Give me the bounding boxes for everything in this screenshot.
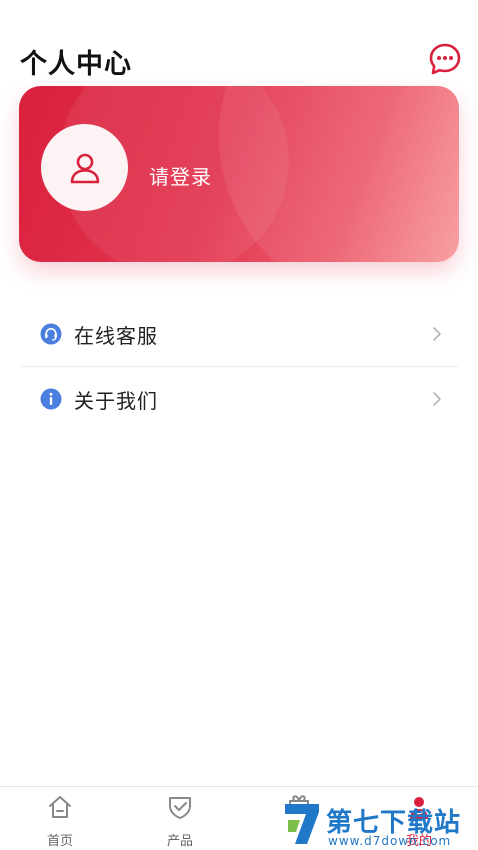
settings-menu: 在线客服 关于我们 [20,302,458,431]
menu-item-customer-service[interactable]: 在线客服 [20,302,458,367]
header: 个人中心 [20,40,462,82]
tab-label: 产品 [166,834,193,849]
watermark-url: www.d7down.com [328,834,452,848]
page-title: 个人中心 [20,49,132,80]
d7-logo-icon [285,804,319,844]
login-prompt[interactable]: 请登录 [149,161,212,190]
home-icon [49,796,71,818]
tab-label: 首页 [46,834,73,849]
profile-page: 个人中心 请登录 在线客服 关于我们 首页 产品 我的 第七下载站 www.d7… [0,0,478,850]
chevron-right-icon [433,392,441,406]
message-button[interactable] [428,42,462,76]
headset-icon [40,323,62,345]
watermark: 第七下载站 www.d7down.com [282,798,478,850]
info-icon [40,388,62,410]
chat-bubble-icon [429,43,461,75]
chevron-right-icon [433,327,441,341]
shield-check-icon [169,797,191,819]
tab-product[interactable]: 产品 [140,787,220,850]
tab-home[interactable]: 首页 [20,787,100,850]
user-icon [70,153,99,183]
menu-item-label: 在线客服 [74,323,158,348]
avatar[interactable] [41,124,128,211]
menu-item-about-us[interactable]: 关于我们 [20,367,458,431]
menu-item-label: 关于我们 [74,388,158,413]
profile-card[interactable]: 请登录 [19,86,459,262]
